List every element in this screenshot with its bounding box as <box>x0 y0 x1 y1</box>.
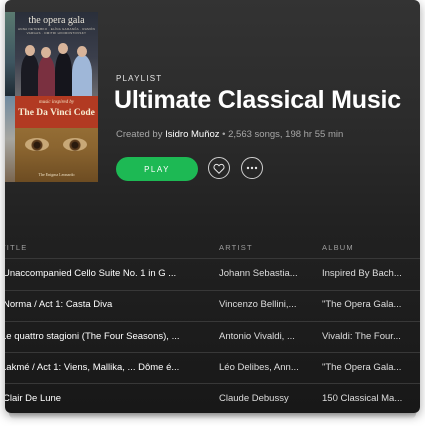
mona-lisa-eyes-image <box>19 134 94 158</box>
track-artist[interactable]: Léo Delibes, Ann... <box>219 362 313 373</box>
track-album[interactable]: "The Opera Gala... <box>322 299 417 310</box>
track-album[interactable]: 150 Classical Ma... <box>322 393 417 404</box>
column-header-album[interactable]: ALBUM <box>322 243 354 252</box>
cover-line1: music inspired by <box>38 100 75 105</box>
window-shadow <box>9 413 416 419</box>
column-header-artist[interactable]: ARTIST <box>219 243 253 252</box>
track-artist[interactable]: Vincenzo Bellini,... <box>219 299 313 310</box>
track-title: Le quattro stagioni (The Four Seasons), … <box>5 331 180 342</box>
playlist-type-label: PLAYLIST <box>116 74 163 83</box>
like-button[interactable] <box>208 157 230 179</box>
play-button[interactable]: PLAY <box>116 157 198 181</box>
track-row[interactable]: Lakmé / Act 1: Viens, Mallika, ... Dôme … <box>5 353 420 384</box>
track-album[interactable]: Vivaldi: The Four... <box>322 331 417 342</box>
playlist-stats: • 2,563 songs, 198 hr 55 min <box>219 129 344 140</box>
cover-subtitle: ANNA NETREBKO · ELĪNA GARANČA · RAMÓN VA… <box>17 27 96 35</box>
playlist-view: the opera gala ANNA NETREBKO · ELĪNA GAR… <box>5 0 420 413</box>
playlist-meta: Created by Isidro Muñoz • 2,563 songs, 1… <box>116 129 343 140</box>
cover-strip <box>5 12 15 96</box>
playlist-cover-mosaic[interactable]: the opera gala ANNA NETREBKO · ELĪNA GAR… <box>5 12 98 182</box>
singers-photo <box>19 36 94 96</box>
cover-line3: The Enigma Leonardo <box>38 172 75 177</box>
track-row[interactable]: Norma / Act 1: Casta Diva Vincenzo Belli… <box>5 291 420 322</box>
heart-outline-icon <box>213 163 225 174</box>
track-album[interactable]: "The Opera Gala... <box>322 362 417 373</box>
cover-title: the opera gala <box>28 15 85 26</box>
more-horizontal-icon <box>246 166 258 170</box>
album-cover-da-vinci-code: music inspired by The Da Vinci Code The … <box>15 96 98 182</box>
track-artist[interactable]: Claude Debussy <box>219 393 313 404</box>
owner-link[interactable]: Isidro Muñoz <box>165 129 219 140</box>
track-row[interactable]: Unaccompanied Cello Suite No. 1 in G ...… <box>5 259 420 290</box>
created-by-label: Created by <box>116 129 166 140</box>
playlist-title: Ultimate Classical Music <box>114 86 401 114</box>
cover-strip <box>5 96 15 182</box>
track-album[interactable]: Inspired By Bach... <box>322 268 417 279</box>
track-title: Clair De Lune <box>5 393 62 404</box>
track-title: Lakmé / Act 1: Viens, Mallika, ... Dôme … <box>5 362 180 373</box>
cover-line2: The Da Vinci Code <box>18 108 95 118</box>
more-options-button[interactable] <box>241 157 263 179</box>
track-row[interactable]: Clair De Lune Claude Debussy 150 Classic… <box>5 384 420 413</box>
track-title: Unaccompanied Cello Suite No. 1 in G ... <box>5 268 177 279</box>
track-artist[interactable]: Antonio Vivaldi, ... <box>219 331 313 342</box>
album-cover-opera-gala: the opera gala ANNA NETREBKO · ELĪNA GAR… <box>15 12 98 96</box>
track-title: Norma / Act 1: Casta Diva <box>5 299 113 310</box>
track-artist[interactable]: Johann Sebastia... <box>219 268 313 279</box>
track-row[interactable]: Le quattro stagioni (The Four Seasons), … <box>5 322 420 353</box>
column-header-title[interactable]: TITLE <box>5 243 203 252</box>
